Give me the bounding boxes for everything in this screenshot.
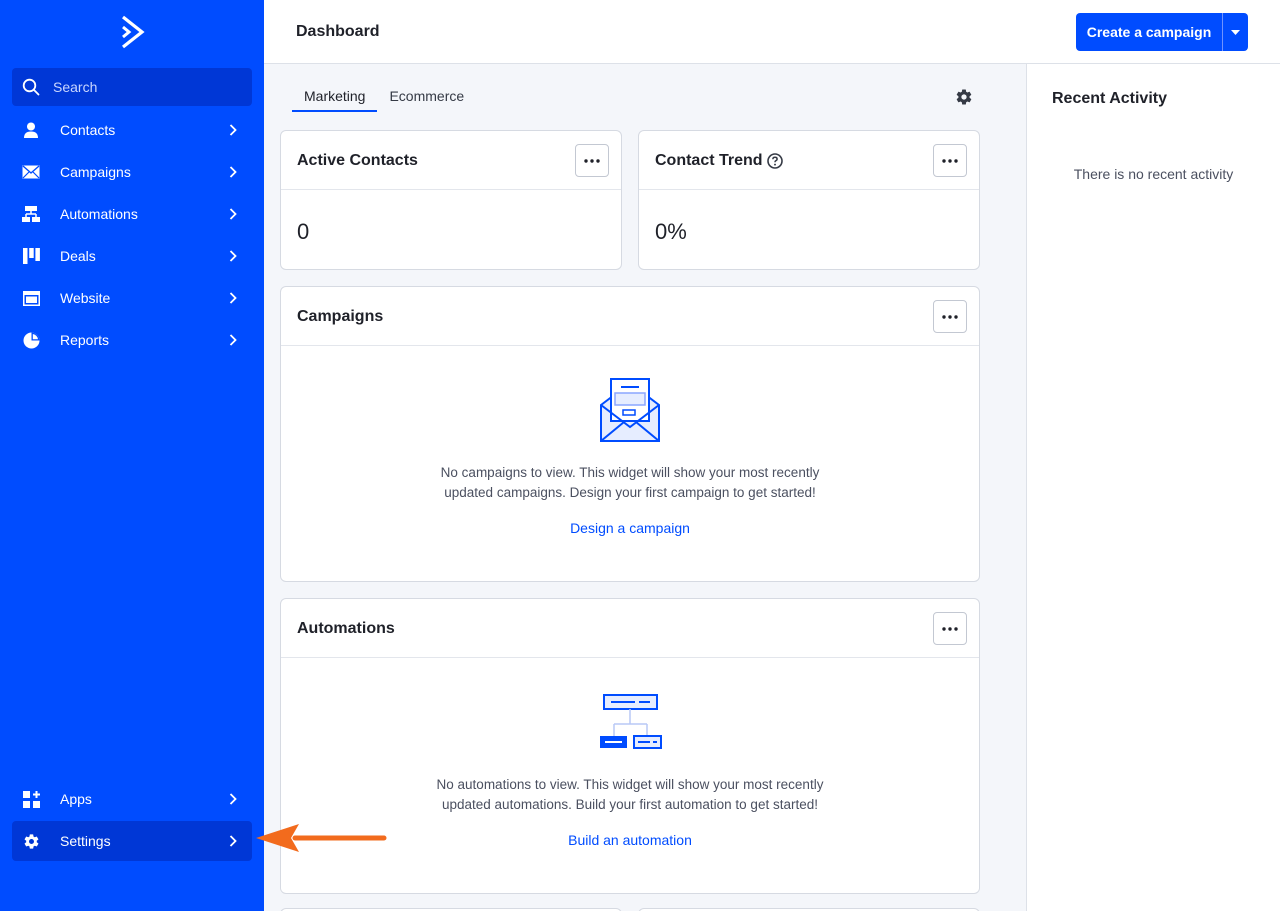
card-header: Campaigns bbox=[281, 287, 979, 346]
more-options-button[interactable] bbox=[933, 144, 967, 177]
chevron-right-icon bbox=[229, 835, 237, 847]
create-campaign-split-button: Create a campaign bbox=[1076, 13, 1248, 51]
card-header: Active Contacts bbox=[281, 131, 621, 190]
envelope-icon bbox=[22, 163, 40, 181]
tab-marketing[interactable]: Marketing bbox=[292, 85, 378, 112]
more-dots-icon bbox=[942, 626, 958, 631]
recent-activity-panel: Recent Activity There is no recent activ… bbox=[1026, 64, 1280, 911]
chevron-right-icon bbox=[229, 250, 237, 262]
contact-trend-value: 0% bbox=[655, 219, 687, 244]
create-campaign-button[interactable]: Create a campaign bbox=[1076, 24, 1222, 40]
more-dots-icon bbox=[942, 314, 958, 319]
search-input[interactable]: Search bbox=[12, 68, 252, 106]
card-title: Automations bbox=[297, 620, 395, 637]
contact-trend-card: Contact Trend 0% bbox=[638, 130, 980, 270]
chevron-right-icon bbox=[229, 208, 237, 220]
sidebar-item-reports[interactable]: Reports bbox=[12, 320, 252, 360]
sidebar-item-settings[interactable]: Settings bbox=[12, 821, 252, 861]
automations-empty-line-2: updated automations. Build your first au… bbox=[442, 797, 818, 812]
tab-ecommerce[interactable]: Ecommerce bbox=[377, 85, 476, 112]
open-envelope-illustration-icon bbox=[600, 378, 660, 442]
sidebar-item-label: Automations bbox=[60, 206, 138, 222]
campaigns-card: Campaigns No campaigns to view. This wid… bbox=[280, 286, 980, 582]
card-header: Contact Trend bbox=[639, 131, 979, 190]
sidebar-item-label: Apps bbox=[60, 791, 92, 807]
automation-flow-illustration-icon bbox=[600, 694, 662, 749]
more-options-button[interactable] bbox=[933, 300, 967, 333]
chevron-right-icon bbox=[229, 166, 237, 178]
card-header: Automations bbox=[281, 599, 979, 658]
deals-icon bbox=[22, 247, 40, 265]
campaigns-empty-line-1: No campaigns to view. This widget will s… bbox=[440, 465, 820, 480]
sidebar-item-website[interactable]: Website bbox=[12, 278, 252, 318]
page-title: Dashboard bbox=[296, 23, 380, 40]
sidebar-item-label: Website bbox=[60, 290, 111, 306]
pie-chart-icon bbox=[22, 331, 40, 349]
sidebar-item-label: Campaigns bbox=[60, 164, 131, 180]
top-header: Dashboard Create a campaign bbox=[264, 0, 1280, 64]
apps-icon bbox=[22, 790, 40, 808]
card-title: Campaigns bbox=[297, 308, 384, 325]
chevron-right-icon bbox=[229, 292, 237, 304]
automations-empty-line-1: No automations to view. This widget will… bbox=[436, 777, 824, 792]
dashboard-settings-gear-icon[interactable] bbox=[955, 88, 973, 106]
sidebar-item-label: Reports bbox=[60, 332, 110, 348]
active-contacts-card: Active Contacts 0 bbox=[280, 130, 622, 270]
sidebar-item-label: Contacts bbox=[60, 122, 116, 138]
sidebar-item-apps[interactable]: Apps bbox=[12, 779, 252, 819]
more-options-button[interactable] bbox=[575, 144, 609, 177]
create-campaign-dropdown-button[interactable] bbox=[1223, 13, 1248, 51]
card-title: Contact Trend bbox=[655, 152, 763, 169]
caret-down-icon bbox=[1231, 29, 1240, 35]
chevron-right-icon bbox=[229, 124, 237, 136]
sidebar-item-campaigns[interactable]: Campaigns bbox=[12, 152, 252, 192]
campaigns-empty-line-2: updated campaigns. Design your first cam… bbox=[444, 485, 816, 500]
person-icon bbox=[22, 121, 40, 139]
search-placeholder: Search bbox=[53, 79, 98, 95]
automation-icon bbox=[22, 205, 40, 223]
sidebar: Search Contacts Campaigns Automations De… bbox=[0, 0, 264, 911]
website-icon bbox=[22, 289, 40, 307]
more-dots-icon bbox=[942, 158, 958, 163]
chevron-right-icon bbox=[229, 334, 237, 346]
more-options-button[interactable] bbox=[933, 612, 967, 645]
card-title: Active Contacts bbox=[297, 152, 418, 169]
activecampaign-logo[interactable] bbox=[118, 14, 148, 50]
active-contacts-value: 0 bbox=[297, 219, 310, 244]
more-dots-icon bbox=[584, 158, 600, 163]
sidebar-item-automations[interactable]: Automations bbox=[12, 194, 252, 234]
recent-activity-title: Recent Activity bbox=[1052, 90, 1167, 107]
help-icon[interactable] bbox=[767, 153, 783, 169]
sidebar-item-contacts[interactable]: Contacts bbox=[12, 110, 252, 150]
dashboard-tabs: Marketing Ecommerce bbox=[292, 85, 476, 112]
gear-icon bbox=[22, 832, 40, 850]
sidebar-item-label: Deals bbox=[60, 248, 96, 264]
annotation-arrow-icon bbox=[256, 824, 387, 852]
sidebar-item-deals[interactable]: Deals bbox=[12, 236, 252, 276]
recent-activity-empty: There is no recent activity bbox=[1073, 166, 1234, 182]
design-campaign-link[interactable]: Design a campaign bbox=[281, 520, 979, 536]
chevron-right-icon bbox=[229, 793, 237, 805]
search-icon bbox=[22, 78, 40, 96]
sidebar-item-label: Settings bbox=[60, 833, 111, 849]
